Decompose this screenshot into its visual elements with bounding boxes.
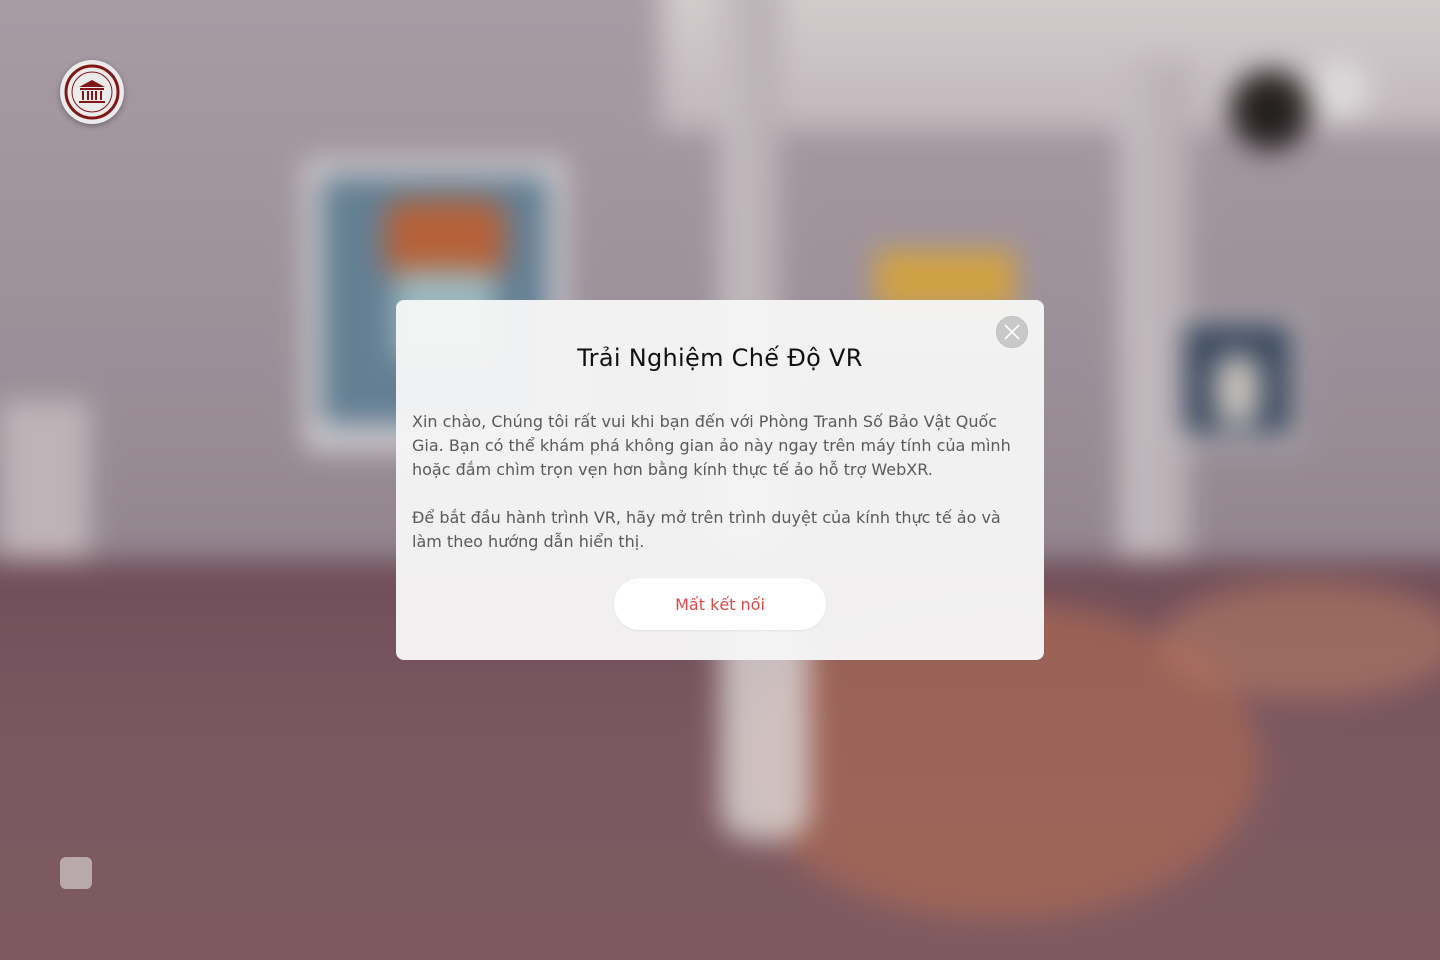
connection-status-button[interactable]: Mất kết nối — [614, 578, 826, 630]
close-icon — [1004, 324, 1020, 340]
dialog-title: Trải Nghiệm Chế Độ VR — [577, 344, 863, 372]
instruction-paragraph: Để bắt đầu hành trình VR, hãy mở trên tr… — [412, 508, 1001, 551]
vr-mode-dialog: Trải Nghiệm Chế Độ VR Xin chào, Chúng tô… — [396, 300, 1044, 660]
intro-paragraph: Xin chào, Chúng tôi rất vui khi bạn đến … — [412, 412, 1011, 479]
close-button[interactable] — [996, 316, 1028, 348]
dialog-body: Xin chào, Chúng tôi rất vui khi bạn đến … — [412, 410, 1028, 578]
